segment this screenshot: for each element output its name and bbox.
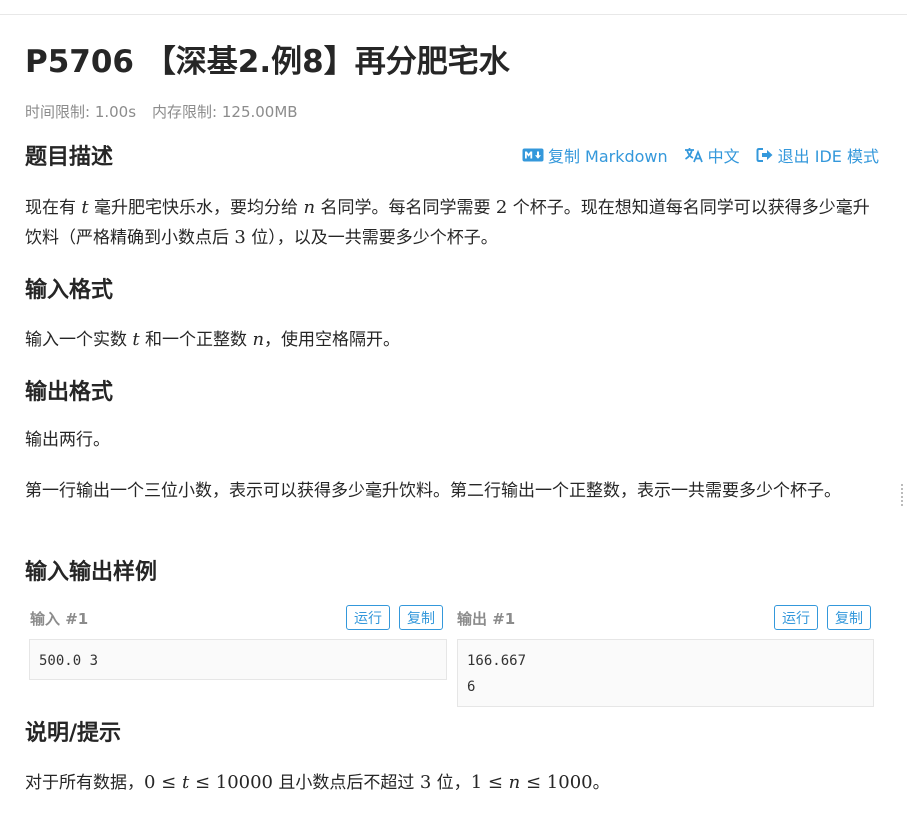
- problem-toolbar: 复制 Markdown 中文 退出 IDE 模式: [522, 143, 879, 167]
- sign-out-icon: [756, 147, 774, 163]
- translate-icon: [684, 147, 704, 163]
- sample-input-box[interactable]: 500.0 3: [29, 639, 447, 680]
- description-text: 现在有 t 毫升肥宅快乐水，要均分给 n 名同学。每名同学需要 2 个杯子。现在…: [25, 197, 870, 248]
- resize-handle[interactable]: [901, 484, 907, 506]
- var-n: n: [508, 772, 521, 793]
- problem-limits: 时间限制: 1.00s 内存限制: 125.00MB: [25, 101, 298, 122]
- hint-heading: 说明/提示: [25, 721, 122, 746]
- memory-limit: 内存限制: 125.00MB: [152, 103, 298, 121]
- samples-heading: 输入输出样例: [25, 560, 158, 585]
- sample-output-box[interactable]: 166.667 6: [457, 639, 874, 707]
- copy-output-button[interactable]: 复制: [827, 605, 871, 630]
- input-format-heading: 输入格式: [25, 278, 114, 303]
- language-label: 中文: [707, 147, 740, 166]
- exit-ide-button[interactable]: 退出 IDE 模式: [756, 143, 879, 167]
- description-heading: 题目描述: [25, 145, 114, 170]
- page-title: P5706 【深基2.例8】再分肥宅水: [25, 44, 510, 80]
- markdown-icon: [522, 148, 544, 162]
- run-output-button[interactable]: 运行: [774, 605, 818, 630]
- sample-output-label: 输出 #1: [457, 610, 516, 628]
- time-limit: 时间限制: 1.00s: [25, 103, 137, 121]
- var-n: n: [252, 329, 265, 350]
- exit-ide-label: 退出 IDE 模式: [777, 147, 879, 166]
- output-format-heading: 输出格式: [25, 380, 114, 405]
- copy-input-button[interactable]: 复制: [399, 605, 443, 630]
- copy-markdown-label: 复制 Markdown: [547, 147, 668, 166]
- run-sample-button[interactable]: 运行: [346, 605, 390, 630]
- var-t: t: [81, 197, 89, 218]
- hint-text: 对于所有数据，0 ≤ t ≤ 10000 且小数点后不超过 3 位，1 ≤ n …: [25, 772, 610, 793]
- var-n: n: [303, 197, 316, 218]
- input-format-text: 输入一个实数 t 和一个正整数 n，使用空格隔开。: [25, 329, 401, 350]
- language-toggle[interactable]: 中文: [684, 143, 740, 167]
- sample-input-label: 输入 #1: [30, 610, 89, 628]
- copy-markdown-button[interactable]: 复制 Markdown: [522, 143, 668, 167]
- output-format-line1: 输出两行。: [25, 430, 110, 450]
- var-t: t: [132, 329, 140, 350]
- output-format-line2: 第一行输出一个三位小数，表示可以获得多少毫升饮料。第二行输出一个正整数，表示一共…: [25, 481, 841, 501]
